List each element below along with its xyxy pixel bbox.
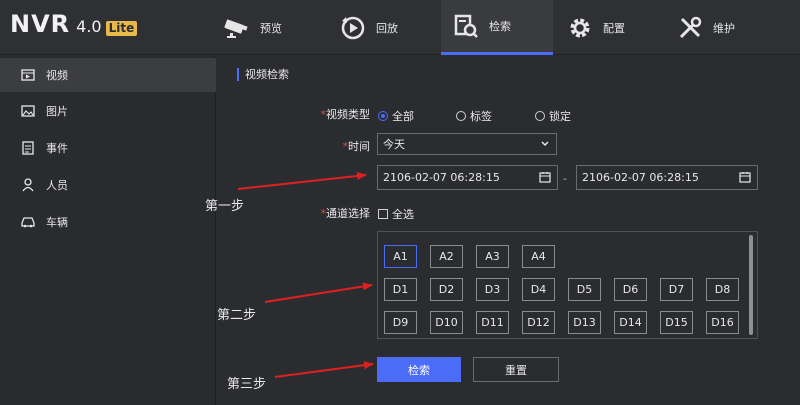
step3-arrow (274, 361, 374, 378)
step2-arrow (264, 282, 373, 303)
step-arrows-overlay (237, 172, 374, 378)
step1-arrow (237, 172, 367, 190)
